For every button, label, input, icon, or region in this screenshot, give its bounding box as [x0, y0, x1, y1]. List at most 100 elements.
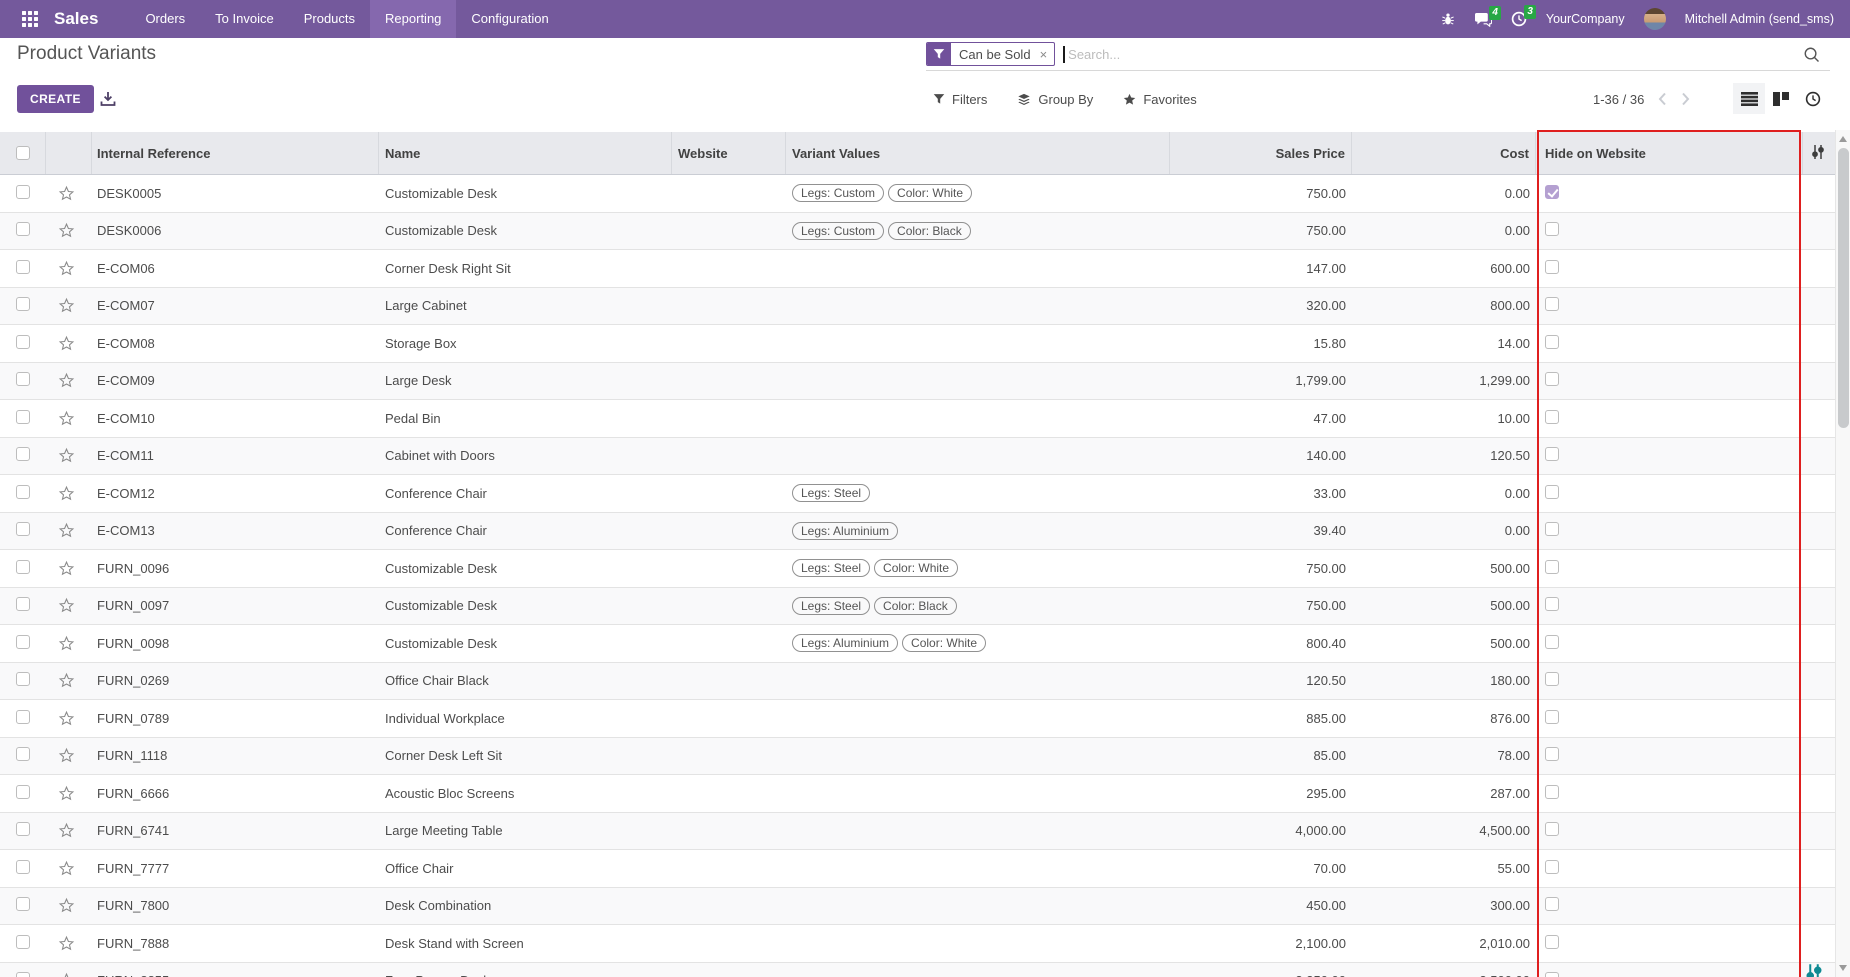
hide-on-website-checkbox[interactable] [1545, 297, 1559, 311]
favorite-star-icon[interactable] [58, 672, 75, 689]
cell-name[interactable]: Conference Chair [379, 523, 672, 538]
cell-sales-price[interactable]: 750.00 [1170, 598, 1352, 613]
cell-name[interactable]: Customizable Desk [379, 186, 672, 201]
scroll-down-arrow-icon[interactable] [1839, 965, 1847, 971]
favorite-star-icon[interactable] [58, 485, 75, 502]
menu-products[interactable]: Products [289, 0, 370, 38]
hide-on-website-checkbox[interactable] [1545, 447, 1559, 461]
cell-cost[interactable]: 78.00 [1352, 748, 1536, 763]
filters-button[interactable]: Filters [933, 92, 987, 107]
cell-internal-reference[interactable]: FURN_1118 [92, 748, 379, 763]
table-row[interactable]: FURN_7777 Office Chair 70.00 55.00 [0, 850, 1850, 888]
favorite-star-icon[interactable] [58, 785, 75, 802]
cell-internal-reference[interactable]: FURN_0097 [92, 598, 379, 613]
cell-variant-values[interactable]: Legs: Steel [786, 484, 1170, 502]
favorite-star-icon[interactable] [58, 897, 75, 914]
hide-on-website-checkbox[interactable] [1545, 972, 1559, 977]
cell-internal-reference[interactable]: FURN_6666 [92, 786, 379, 801]
table-row[interactable]: FURN_0789 Individual Workplace 885.00 87… [0, 700, 1850, 738]
menu-to-invoice[interactable]: To Invoice [200, 0, 289, 38]
row-checkbox[interactable] [16, 297, 30, 311]
cell-cost[interactable]: 180.00 [1352, 673, 1536, 688]
row-checkbox[interactable] [16, 447, 30, 461]
select-all-checkbox[interactable] [16, 146, 30, 160]
table-row[interactable]: FURN_1118 Corner Desk Left Sit 85.00 78.… [0, 738, 1850, 776]
cell-cost[interactable]: 500.00 [1352, 561, 1536, 576]
row-checkbox[interactable] [16, 222, 30, 236]
group-by-button[interactable]: Group By [1017, 92, 1093, 107]
row-checkbox[interactable] [16, 485, 30, 499]
favorite-star-icon[interactable] [58, 635, 75, 652]
cell-sales-price[interactable]: 2,100.00 [1170, 936, 1352, 951]
favorite-star-icon[interactable] [58, 410, 75, 427]
favorite-star-icon[interactable] [58, 560, 75, 577]
favorite-star-icon[interactable] [58, 747, 75, 764]
cell-name[interactable]: Conference Chair [379, 486, 672, 501]
table-row[interactable]: DESK0005 Customizable Desk Legs: CustomC… [0, 175, 1850, 213]
cell-name[interactable]: Desk Combination [379, 898, 672, 913]
cell-name[interactable]: Office Chair Black [379, 673, 672, 688]
cell-internal-reference[interactable]: FURN_0096 [92, 561, 379, 576]
search-input[interactable]: Search... [1068, 47, 1120, 62]
cell-sales-price[interactable]: 140.00 [1170, 448, 1352, 463]
cell-cost[interactable]: 800.00 [1352, 298, 1536, 313]
cell-internal-reference[interactable]: E-COM13 [92, 523, 379, 538]
cell-cost[interactable]: 300.00 [1352, 898, 1536, 913]
kanban-view-button[interactable] [1765, 83, 1797, 114]
hide-on-website-checkbox[interactable] [1545, 260, 1559, 274]
header-variant-values[interactable]: Variant Values [786, 132, 1170, 174]
cell-sales-price[interactable]: 120.50 [1170, 673, 1352, 688]
favorite-star-icon[interactable] [58, 822, 75, 839]
export-download-icon[interactable] [100, 91, 116, 107]
pager-next-icon[interactable] [1681, 92, 1690, 106]
cell-internal-reference[interactable]: E-COM08 [92, 336, 379, 351]
hide-on-website-checkbox[interactable] [1545, 335, 1559, 349]
cell-name[interactable]: Customizable Desk [379, 598, 672, 613]
table-row[interactable]: DESK0006 Customizable Desk Legs: CustomC… [0, 213, 1850, 251]
search-icon[interactable] [1803, 46, 1820, 63]
cell-cost[interactable]: 10.00 [1352, 411, 1536, 426]
header-sales-price[interactable]: Sales Price [1170, 132, 1352, 174]
table-row[interactable]: FURN_8855 Four Person Desk 2,350.00 2,50… [0, 963, 1850, 977]
cell-internal-reference[interactable]: FURN_6741 [92, 823, 379, 838]
table-row[interactable]: E-COM11 Cabinet with Doors 140.00 120.50 [0, 438, 1850, 476]
cell-internal-reference[interactable]: E-COM12 [92, 486, 379, 501]
table-row[interactable]: E-COM07 Large Cabinet 320.00 800.00 [0, 288, 1850, 326]
cell-sales-price[interactable]: 1,799.00 [1170, 373, 1352, 388]
cell-name[interactable]: Customizable Desk [379, 561, 672, 576]
cell-internal-reference[interactable]: FURN_8855 [92, 973, 379, 977]
pager-previous-icon[interactable] [1658, 92, 1667, 106]
cell-sales-price[interactable]: 47.00 [1170, 411, 1352, 426]
cell-internal-reference[interactable]: E-COM06 [92, 261, 379, 276]
cell-cost[interactable]: 120.50 [1352, 448, 1536, 463]
row-checkbox[interactable] [16, 260, 30, 274]
cell-variant-values[interactable]: Legs: Aluminium [786, 522, 1170, 540]
cell-sales-price[interactable]: 85.00 [1170, 748, 1352, 763]
row-checkbox[interactable] [16, 935, 30, 949]
cell-name[interactable]: Customizable Desk [379, 223, 672, 238]
hide-on-website-checkbox[interactable] [1545, 560, 1559, 574]
favorite-star-icon[interactable] [58, 372, 75, 389]
header-internal-reference[interactable]: Internal Reference [92, 132, 379, 174]
hide-on-website-checkbox[interactable] [1545, 222, 1559, 236]
create-button[interactable]: CREATE [17, 85, 94, 113]
search-bar[interactable]: Can be Sold × Search... [926, 38, 1830, 71]
cell-internal-reference[interactable]: FURN_0098 [92, 636, 379, 651]
cell-sales-price[interactable]: 147.00 [1170, 261, 1352, 276]
hide-on-website-checkbox[interactable] [1545, 785, 1559, 799]
cell-name[interactable]: Storage Box [379, 336, 672, 351]
optional-columns-toggle-icon[interactable] [1810, 144, 1826, 163]
cell-name[interactable]: Corner Desk Right Sit [379, 261, 672, 276]
list-view-button[interactable] [1733, 83, 1765, 114]
table-row[interactable]: E-COM09 Large Desk 1,799.00 1,299.00 [0, 363, 1850, 401]
cell-sales-price[interactable]: 2,350.00 [1170, 973, 1352, 977]
cell-variant-values[interactable]: Legs: CustomColor: Black [786, 222, 1170, 240]
hide-on-website-checkbox[interactable] [1545, 897, 1559, 911]
table-row[interactable]: FURN_7888 Desk Stand with Screen 2,100.0… [0, 925, 1850, 963]
cell-cost[interactable]: 2,010.00 [1352, 936, 1536, 951]
cell-cost[interactable]: 14.00 [1352, 336, 1536, 351]
cell-sales-price[interactable]: 885.00 [1170, 711, 1352, 726]
apps-grid-icon[interactable] [22, 11, 38, 27]
cell-cost[interactable]: 0.00 [1352, 223, 1536, 238]
hide-on-website-checkbox[interactable] [1545, 935, 1559, 949]
